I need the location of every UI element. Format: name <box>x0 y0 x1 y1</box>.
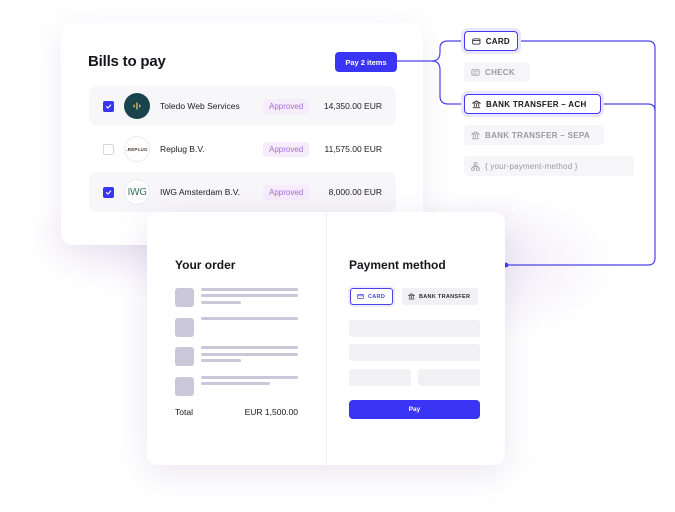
payment-method-card[interactable]: CARD <box>464 31 518 51</box>
check-doc-icon <box>471 68 480 76</box>
text-placeholder <box>201 294 298 297</box>
item-thumbnail <box>175 288 194 307</box>
payment-method-custom[interactable]: { your-payment-method } <box>464 156 634 176</box>
checkmark-icon <box>105 104 112 109</box>
item-thumbnail <box>175 347 194 366</box>
card-icon <box>472 38 481 44</box>
order-title: Your order <box>175 258 236 272</box>
total-label: Total <box>175 407 193 417</box>
text-placeholder <box>201 382 270 385</box>
tab-card[interactable]: CARD <box>350 288 393 305</box>
checkmark-icon <box>105 190 112 195</box>
checkbox-checked[interactable] <box>103 186 114 198</box>
total-value: EUR 1,500.00 <box>244 407 298 417</box>
status-badge: Approved <box>263 141 310 157</box>
payment-method-label: CARD <box>485 36 510 46</box>
bill-amount: 8,000.00 EUR <box>328 187 382 197</box>
bill-row[interactable]: Toledo Web Services Approved 14,350.00 E… <box>89 86 396 126</box>
bank-icon <box>471 130 480 139</box>
card-icon <box>357 294 364 299</box>
iwg-logo: IWG <box>124 179 150 205</box>
pay-items-button[interactable]: Pay 2 items <box>335 52 397 72</box>
text-placeholder <box>201 288 298 291</box>
tab-label: CARD <box>368 293 386 300</box>
hierarchy-icon <box>471 161 480 171</box>
connector-ach-to-checkout <box>601 103 656 112</box>
tab-label: BANK TRANSFER <box>419 293 471 300</box>
bills-title: Bills to pay <box>88 53 166 70</box>
text-placeholder <box>201 353 298 356</box>
status-badge: Approved <box>263 98 310 114</box>
payment-method-check[interactable]: CHECK <box>464 62 530 82</box>
vendor-name: Toledo Web Services <box>160 101 240 111</box>
bill-row[interactable]: .REPLUG Replug B.V. Approved 11,575.00 E… <box>89 129 396 169</box>
item-thumbnail <box>175 318 194 337</box>
text-placeholder <box>201 346 298 349</box>
checkout-divider <box>326 212 327 465</box>
bank-icon <box>408 293 415 300</box>
payment-method-ach[interactable]: BANK TRANSFER – ACH <box>464 94 601 114</box>
bill-amount: 11,575.00 EUR <box>324 144 383 154</box>
checkbox-unchecked[interactable] <box>103 143 114 155</box>
tab-bank-transfer[interactable]: BANK TRANSFER <box>402 288 478 305</box>
connector-to-ach <box>431 60 464 105</box>
bill-amount: 14,350.00 EUR <box>323 101 382 111</box>
cardholder-field[interactable] <box>349 344 480 361</box>
checkout-card: Your order Total EUR 1,500.00 Payment me… <box>147 212 505 465</box>
payment-method-title: Payment method <box>349 258 446 272</box>
text-placeholder <box>201 301 241 304</box>
payment-method-label: BANK TRANSFER – ACH <box>486 99 587 109</box>
item-thumbnail <box>175 377 194 396</box>
vendor-name: IWG Amsterdam B.V. <box>160 187 240 197</box>
checkbox-checked[interactable] <box>103 100 114 112</box>
payment-method-label: BANK TRANSFER – SEPA <box>485 130 590 140</box>
payment-method-label: CHECK <box>485 67 515 77</box>
vendor-name: Replug B.V. <box>160 144 205 154</box>
card-number-field[interactable] <box>349 320 480 337</box>
bank-icon <box>472 99 481 108</box>
toledo-logo <box>124 93 150 119</box>
connector-to-card <box>431 40 464 62</box>
pay-button[interactable]: Pay <box>349 400 480 419</box>
payment-method-label: { your-payment-method } <box>485 161 578 171</box>
status-badge: Approved <box>263 184 310 200</box>
text-placeholder <box>201 317 298 320</box>
cvc-field[interactable] <box>418 369 480 386</box>
payment-method-sepa[interactable]: BANK TRANSFER – SEPA <box>464 125 604 145</box>
replug-logo: .REPLUG <box>124 136 150 162</box>
bill-row[interactable]: IWG IWG Amsterdam B.V. Approved 8,000.00… <box>89 172 396 212</box>
expiry-field[interactable] <box>349 369 411 386</box>
text-placeholder <box>201 359 241 362</box>
text-placeholder <box>201 376 298 379</box>
